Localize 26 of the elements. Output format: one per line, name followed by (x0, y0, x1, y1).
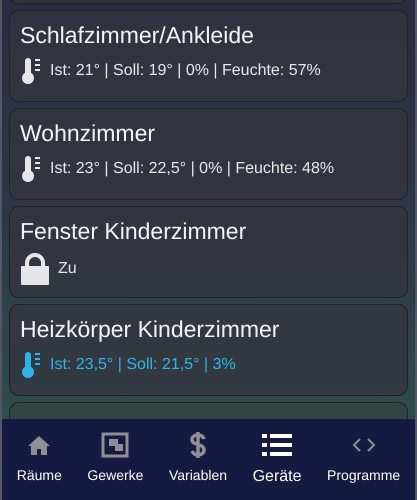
nav-tab[interactable]: Gewerke (87, 431, 144, 500)
thermometer-icon (20, 57, 42, 85)
nav-tab[interactable]: Räume (16, 431, 62, 500)
lock-icon (20, 253, 50, 285)
device-card[interactable]: Wohnzimmer Ist: 23° | Soll: 22,5° | 0% | Feuchte: 48% (9, 108, 408, 200)
nav-tab[interactable]: Variablen (168, 431, 228, 500)
list-icon (262, 433, 292, 457)
frame-icon (101, 432, 130, 458)
device-status: Ist: 23° | Soll: 22,5° | 0% | Feuchte: 48% (50, 159, 334, 179)
device-status: Ist: 23,5° | Soll: 21,5° | 3% (50, 355, 236, 375)
device-card[interactable]: Schlafzimmer/Ankleide Ist: 21° | Soll: 19° | 0% | Feuchte: 57% (9, 10, 408, 102)
device-name: Fenster Kinderzimmer (20, 217, 248, 246)
device-name: Schlafzimmer/Ankleide (20, 21, 255, 50)
nav-tab[interactable]: Geräte (252, 431, 302, 500)
nav-tab[interactable]: Programme (327, 431, 400, 500)
device-status: Zu (58, 259, 77, 279)
thermometer-icon (20, 155, 42, 183)
device-name: Heizkörper Kinderzimmer (20, 315, 280, 344)
code-icon (350, 436, 377, 454)
device-card[interactable]: Fenster Kinderzimmer Zu (9, 206, 408, 298)
device-status: Ist: 21° | Soll: 19° | 0% | Feuchte: 57% (50, 61, 321, 81)
thermometer-icon (20, 351, 42, 379)
device-name: Wohnzimmer (20, 119, 156, 148)
dollar-icon (190, 431, 206, 459)
home-icon (27, 435, 52, 455)
device-card[interactable]: Heizkörper Kinderzimmer Ist: 23,5° | Soll: 21,5° | 3% (9, 304, 408, 396)
